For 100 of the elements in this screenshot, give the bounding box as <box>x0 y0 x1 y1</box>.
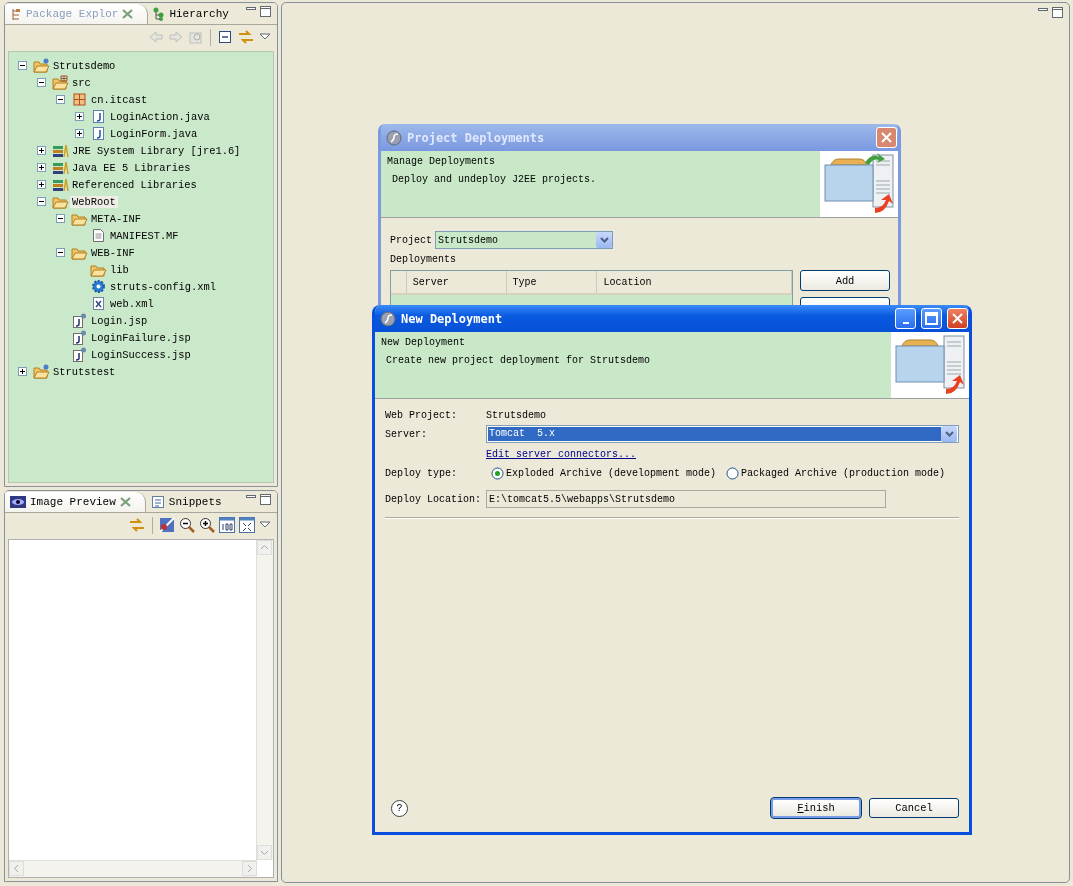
tree-item[interactable]: Strutstest <box>51 365 118 378</box>
column-header[interactable]: Server <box>406 271 507 293</box>
field-value: Strutsdemo <box>486 410 547 421</box>
close-button[interactable] <box>947 308 968 329</box>
server-dropdown[interactable]: Tomcat 5.x <box>486 425 959 443</box>
tree-item[interactable]: Login.jsp <box>89 314 150 327</box>
view-menu-icon[interactable] <box>259 32 271 42</box>
collapse-toggle-icon[interactable] <box>56 95 65 104</box>
radio-button[interactable] <box>726 467 740 480</box>
chevron-down-icon <box>944 431 954 437</box>
actual-size-icon[interactable] <box>219 517 235 533</box>
radio-label[interactable]: Exploded Archive (development mode) <box>506 468 717 479</box>
add-button[interactable]: Add <box>800 270 890 291</box>
collapse-toggle-icon[interactable] <box>56 248 65 257</box>
close-button[interactable] <box>876 127 897 148</box>
tree-item[interactable]: LoginForm.java <box>108 127 200 140</box>
minimize-icon <box>902 321 909 324</box>
project-dropdown[interactable]: Strutsdemo <box>435 231 613 249</box>
hierarchy-icon <box>153 7 166 21</box>
collapse-toggle-icon[interactable] <box>37 197 46 206</box>
deploy-location-field[interactable]: E:\tomcat5.5\webapps\Strutsdemo <box>486 490 886 508</box>
tree-item[interactable]: src <box>70 76 93 89</box>
dialog-button[interactable]: Finish <box>771 798 861 818</box>
tree-item[interactable]: LoginSuccess.jsp <box>89 348 193 361</box>
java-file-icon <box>92 109 105 124</box>
tree-item[interactable]: WebRoot <box>70 195 118 208</box>
tree-item[interactable]: Referenced Libraries <box>70 178 199 191</box>
tree-item[interactable]: Strutsdemo <box>51 59 118 72</box>
view-tab[interactable]: Snippets <box>145 492 228 512</box>
collapse-toggle-icon[interactable] <box>18 61 27 70</box>
maximize-icon[interactable] <box>1052 7 1063 18</box>
maximize-icon[interactable] <box>260 494 271 505</box>
tree-item[interactable]: META-INF <box>89 212 143 225</box>
dialog-button[interactable]: Cancel <box>869 798 959 818</box>
edit-connectors-link[interactable]: Edit server connectors... <box>486 449 637 460</box>
radio-button[interactable] <box>491 467 504 480</box>
tree-item[interactable]: struts-config.xml <box>108 280 218 293</box>
collapse-toggle-icon[interactable] <box>37 78 46 87</box>
expand-toggle-icon[interactable] <box>75 129 84 138</box>
collapse-all-icon[interactable] <box>217 29 233 45</box>
fit-to-window-icon[interactable] <box>239 517 255 533</box>
field-label: Project <box>390 234 432 246</box>
field-label: Server: <box>385 428 428 440</box>
project-folder-icon <box>33 58 50 73</box>
maximize-button[interactable] <box>921 308 942 329</box>
package-tree-icon <box>10 7 22 21</box>
help-button[interactable]: ? <box>391 799 408 817</box>
expand-toggle-icon[interactable] <box>37 163 46 172</box>
column-header[interactable]: Location <box>597 271 792 293</box>
library-icon <box>52 143 69 158</box>
tree-item[interactable]: cn.itcast <box>89 93 150 106</box>
header-description: Create new project deployment for Strutsdemo <box>385 355 652 366</box>
field-label: Deploy Location: <box>385 492 482 505</box>
eye-icon <box>10 496 26 508</box>
xml-file-icon <box>92 296 105 311</box>
project-folder-icon <box>33 364 50 379</box>
tree-item[interactable]: MANIFEST.MF <box>108 229 181 242</box>
maximize-icon[interactable] <box>260 6 271 17</box>
expand-toggle-icon[interactable] <box>18 367 27 376</box>
folder-icon <box>71 245 88 260</box>
header-title: Manage Deployments <box>387 156 497 167</box>
header-title: New Deployment <box>381 337 466 348</box>
view-tab[interactable]: Image Preview <box>5 492 146 512</box>
tree-item[interactable]: Java EE 5 Libraries <box>70 161 193 174</box>
zoom-out-icon[interactable] <box>179 517 195 533</box>
column-header[interactable]: Type <box>506 271 598 293</box>
field-label: Deploy type: <box>385 468 458 479</box>
source-folder-icon <box>52 75 69 90</box>
folder-icon <box>52 194 69 209</box>
close-icon[interactable] <box>119 497 131 507</box>
view-tab[interactable]: Hierarchy <box>148 4 235 24</box>
tree-item[interactable]: web.xml <box>108 297 156 310</box>
view-menu-icon[interactable] <box>259 520 271 530</box>
close-icon[interactable] <box>122 9 134 19</box>
radio-label[interactable]: Packaged Archive (production mode) <box>741 468 946 479</box>
dialog-title: New Deployment <box>401 311 504 326</box>
minimize-button[interactable] <box>895 308 916 329</box>
collapse-toggle-icon[interactable] <box>56 214 65 223</box>
jsp-file-icon <box>72 330 87 345</box>
app-logo-icon <box>386 129 402 146</box>
app-logo-icon <box>380 310 396 327</box>
tree-item[interactable]: LoginFailure.jsp <box>89 331 193 344</box>
library-icon <box>52 177 69 192</box>
expand-toggle-icon[interactable] <box>37 180 46 189</box>
tree-item[interactable]: WEB-INF <box>89 246 137 259</box>
expand-toggle-icon[interactable] <box>37 146 46 155</box>
expand-toggle-icon[interactable] <box>75 112 84 121</box>
library-icon <box>52 160 69 175</box>
gear-icon <box>91 279 106 294</box>
jsp-file-icon <box>72 347 87 362</box>
header-description: Deploy and undeploy J2EE projects. <box>391 174 598 185</box>
maximize-icon <box>925 312 938 325</box>
dialog-title: Project Deployments <box>407 130 546 145</box>
tree-item[interactable]: LoginAction.java <box>108 110 212 123</box>
image-icon[interactable] <box>159 517 175 533</box>
zoom-in-icon[interactable] <box>199 517 215 533</box>
tree-item[interactable]: lib <box>108 263 131 276</box>
close-icon <box>952 313 963 324</box>
tree-item[interactable]: JRE System Library [jre1.6] <box>70 144 243 157</box>
jsp-file-icon <box>72 313 87 328</box>
